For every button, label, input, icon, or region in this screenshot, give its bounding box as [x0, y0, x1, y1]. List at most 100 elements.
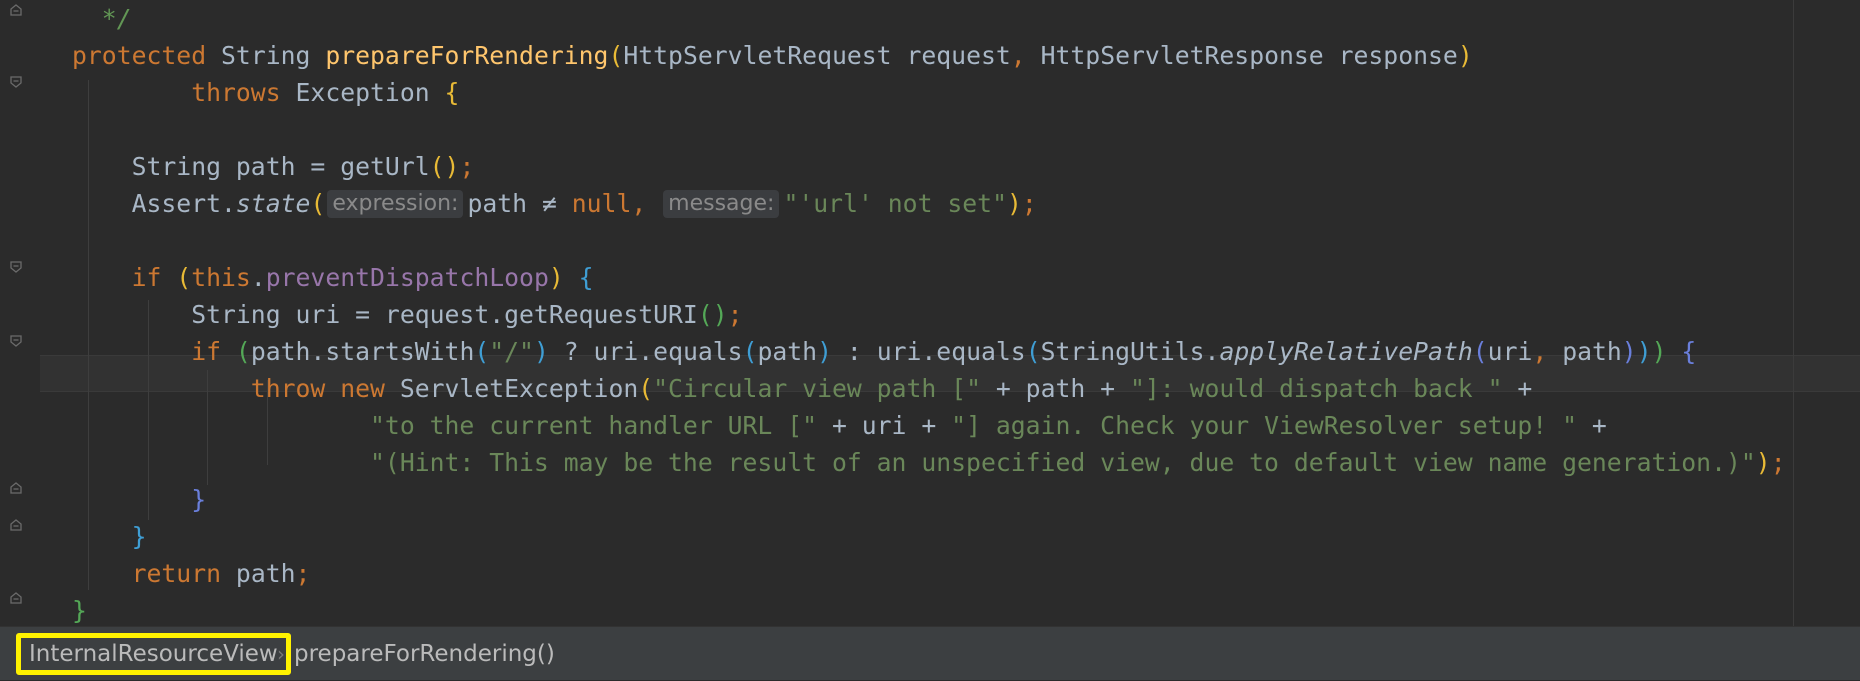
code-token: } — [72, 596, 87, 625]
code-token: ( — [176, 263, 192, 292]
code-token: HttpServletRequest request — [623, 41, 1011, 70]
code-token: String path = getUrl — [72, 152, 430, 181]
code-token: ) — [1636, 337, 1652, 366]
code-token: ( — [474, 337, 490, 366]
code-token: "(Hint: This may be the result of an uns… — [72, 448, 1756, 477]
code-token: return — [72, 559, 236, 588]
code-token: , — [1532, 337, 1563, 366]
code-token: path ≠ — [467, 189, 572, 218]
code-token: ) — [548, 263, 579, 292]
code-token: ( — [608, 41, 624, 70]
code-token: + path + — [995, 374, 1130, 403]
code-token: String — [221, 41, 326, 70]
parameter-hint: expression: — [327, 190, 464, 218]
code-line: if (this.preventDispatchLoop) { — [72, 259, 594, 296]
code-token: path — [757, 337, 818, 366]
code-token: () — [697, 300, 728, 329]
breadcrumb-class-label: InternalResourceView — [29, 641, 278, 667]
code-token: path — [1562, 337, 1622, 366]
code-token: ServletException — [399, 374, 639, 403]
code-token: + — [1517, 374, 1533, 403]
code-token: */ — [72, 4, 132, 33]
code-token: { — [444, 78, 460, 107]
parameter-hint: message: — [663, 190, 780, 218]
code-line: throws Exception { — [72, 74, 459, 111]
code-token: "'url' not set" — [783, 189, 1007, 218]
fold-marker-icon[interactable] — [9, 591, 23, 605]
code-line: */ — [72, 0, 132, 37]
fold-marker-icon[interactable] — [9, 260, 23, 274]
code-token: path.startsWith — [250, 337, 475, 366]
code-token: ( — [742, 337, 758, 366]
code-token: throw new — [72, 374, 400, 403]
code-line: throw new ServletException("Circular vie… — [72, 370, 1533, 407]
code-line: String path = getUrl(); — [72, 148, 475, 185]
code-token: + uri + — [831, 411, 952, 440]
chevron-right-icon: › — [277, 642, 285, 666]
code-line: } — [72, 592, 87, 626]
code-editor[interactable]: */protected String prepareForRendering(H… — [0, 0, 1860, 626]
code-token: "]: would dispatch back " — [1129, 374, 1518, 403]
code-token: null — [571, 189, 632, 218]
code-token: } — [72, 522, 147, 551]
fold-marker-icon[interactable] — [9, 481, 23, 495]
code-token: state — [235, 189, 311, 218]
code-line: "to the current handler URL [" + uri + "… — [72, 407, 1607, 444]
code-token: + — [1591, 411, 1607, 440]
code-token: ; — [295, 559, 311, 588]
code-token: String uri = request.getRequestURI — [72, 300, 698, 329]
code-token: ; — [1021, 189, 1037, 218]
code-token: ) — [1651, 337, 1682, 366]
code-token: . — [250, 263, 266, 292]
gutter — [0, 0, 40, 626]
code-token: preventDispatchLoop — [265, 263, 549, 292]
code-token: this — [191, 263, 251, 292]
code-token: "] again. Check your ViewResolver setup!… — [951, 411, 1592, 440]
code-token: ( — [1472, 337, 1488, 366]
code-token: if — [72, 263, 177, 292]
code-token: if — [72, 337, 236, 366]
code-token: } — [72, 485, 207, 514]
code-token: uri — [1487, 337, 1533, 366]
code-token: "/" — [489, 337, 534, 366]
breadcrumb-method-item[interactable]: prepareForRendering() — [294, 627, 555, 681]
code-token: "Circular view path [" — [653, 374, 996, 403]
code-token: ) — [533, 337, 549, 366]
fold-marker-icon[interactable] — [9, 518, 23, 532]
code-token: ) — [1006, 189, 1022, 218]
code-token: protected — [72, 41, 222, 70]
code-token: throws — [72, 78, 296, 107]
fold-marker-icon[interactable] — [9, 3, 23, 17]
code-token: Exception — [295, 78, 445, 107]
code-token: prepareForRendering — [325, 41, 609, 70]
code-token: applyRelativePath — [1219, 337, 1473, 366]
code-token: ) — [817, 337, 832, 366]
code-token: ( — [638, 374, 654, 403]
code-token: ( — [235, 337, 251, 366]
code-token: HttpServletResponse response — [1040, 41, 1458, 70]
code-line: if (path.startsWith("/") ? uri.equals(pa… — [72, 333, 1696, 370]
code-token: ( — [1025, 337, 1041, 366]
code-token: , — [1010, 41, 1041, 70]
code-token: "to the current handler URL [" — [72, 411, 832, 440]
code-token: ? uri.equals — [548, 337, 743, 366]
code-token: path — [235, 559, 296, 588]
code-token: : uri.equals — [832, 337, 1026, 366]
fold-marker-icon[interactable] — [9, 334, 23, 348]
right-margin-guide — [1793, 0, 1794, 626]
code-line: } — [72, 481, 206, 518]
code-token: ; — [1770, 448, 1786, 477]
code-token: ; — [727, 300, 743, 329]
code-token: Assert. — [72, 189, 236, 218]
breadcrumb-class-item[interactable]: InternalResourceView — [16, 633, 291, 675]
code-token: ; — [459, 152, 475, 181]
code-line: return path; — [72, 555, 311, 592]
code-line: protected String prepareForRendering(Htt… — [72, 37, 1473, 74]
code-line: "(Hint: This may be the result of an uns… — [72, 444, 1786, 481]
fold-marker-icon[interactable] — [9, 75, 23, 89]
code-line: String uri = request.getRequestURI(); — [72, 296, 743, 333]
code-token: { — [578, 263, 594, 292]
breadcrumb: InternalResourceView › prepareForRenderi… — [0, 626, 1860, 680]
code-line: } — [72, 518, 147, 555]
code-line: Assert.state(expression: path ≠ null, mes… — [72, 185, 1037, 222]
